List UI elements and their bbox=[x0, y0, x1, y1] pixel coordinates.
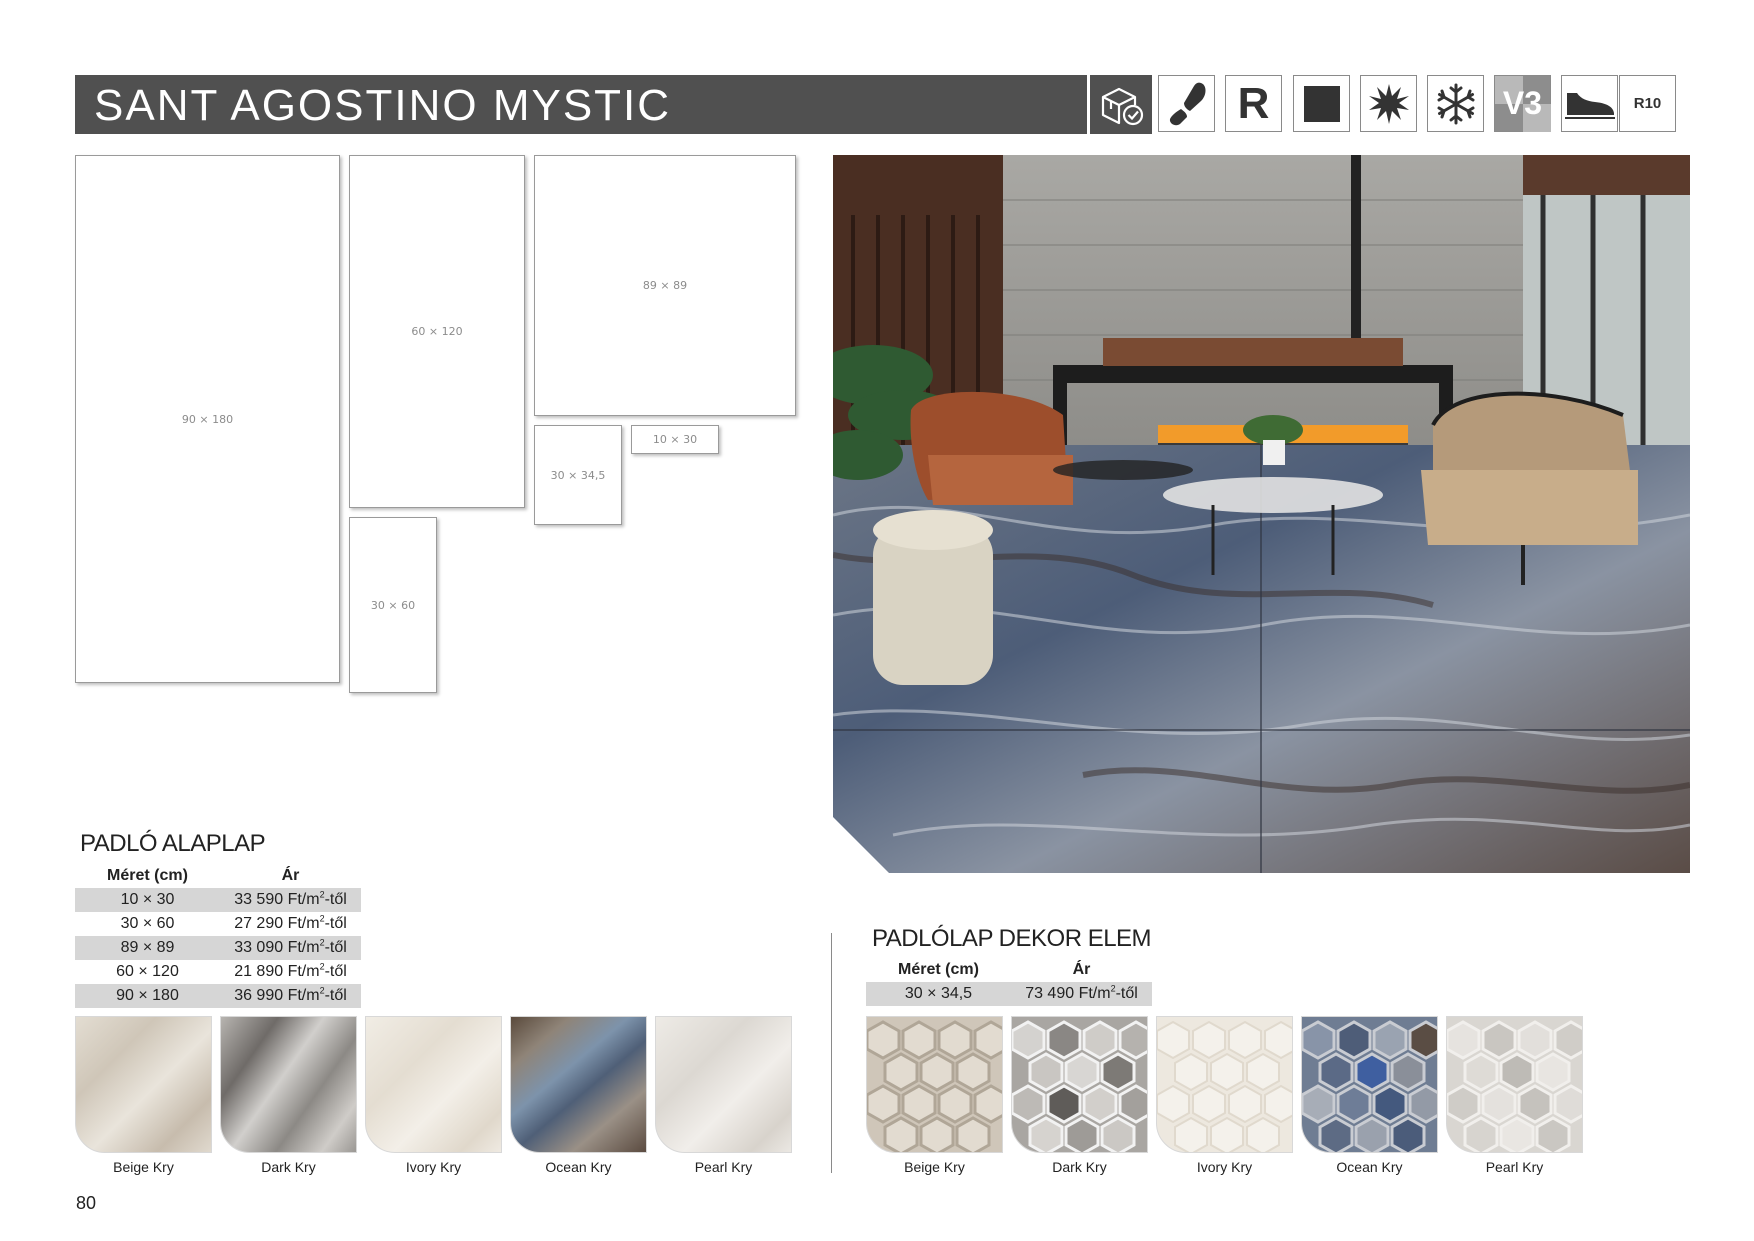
swatch-label: Beige Kry bbox=[904, 1159, 965, 1175]
shoe-slip-icon bbox=[1561, 75, 1618, 132]
page-number: 80 bbox=[76, 1193, 97, 1213]
slip-rating-icon: R10 bbox=[1619, 75, 1676, 132]
table-header: Méret (cm) Ár bbox=[75, 864, 361, 888]
swatch-decor-ocean-kry bbox=[1301, 1016, 1438, 1153]
swatch-decor-pearl-kry bbox=[1446, 1016, 1583, 1153]
size-cell: 10 × 30 bbox=[75, 888, 220, 912]
table-row: 10 × 30 33 590 Ft/m2-től bbox=[75, 888, 361, 912]
swatch-ocean-kry bbox=[510, 1016, 647, 1153]
frost-resistant-icon bbox=[1360, 75, 1417, 132]
price-cell: 21 890 Ft/m2-től bbox=[234, 961, 347, 980]
price-suffix: -től bbox=[324, 987, 347, 1004]
swatch-label: Ocean Kry bbox=[1336, 1159, 1403, 1175]
price-suffix: -től bbox=[324, 915, 347, 932]
swatch-decor-beige-kry bbox=[866, 1016, 1003, 1153]
price-value: 36 990 Ft/m bbox=[234, 987, 320, 1004]
price-suffix: -től bbox=[324, 963, 347, 980]
swatch-beige-kry bbox=[75, 1016, 212, 1153]
price-value: 73 490 Ft/m bbox=[1025, 985, 1111, 1002]
price-value: 27 290 Ft/m bbox=[234, 915, 320, 932]
col-price-header: Ár bbox=[281, 867, 300, 884]
format-89x89: 89 × 89 bbox=[534, 155, 796, 416]
snowflake-icon bbox=[1427, 75, 1484, 132]
format-90x180: 90 × 180 bbox=[75, 155, 340, 683]
rectified-label: R bbox=[1237, 78, 1270, 128]
swatch-label: Ivory Kry bbox=[1196, 1159, 1253, 1175]
swatch-dark-kry bbox=[220, 1016, 357, 1153]
rectified-icon: R bbox=[1225, 75, 1282, 132]
matte-square-icon bbox=[1293, 75, 1350, 132]
price-cell: 27 290 Ft/m2-től bbox=[234, 913, 347, 932]
table-row: 30 × 34,5 73 490 Ft/m2-től bbox=[866, 982, 1152, 1006]
room-photo bbox=[833, 155, 1690, 873]
price-cell: 33 590 Ft/m2-től bbox=[220, 888, 361, 912]
table-header: Méret (cm) Ár bbox=[866, 958, 1152, 982]
price-cell: 36 990 Ft/m2-től bbox=[220, 984, 361, 1008]
box-check-icon bbox=[1090, 75, 1152, 134]
col-price-header: Ár bbox=[1072, 961, 1091, 978]
table-row: 30 × 60 27 290 Ft/m2-től bbox=[75, 912, 361, 936]
section-divider bbox=[831, 933, 832, 1173]
price-value: 21 890 Ft/m bbox=[234, 963, 320, 980]
price-cell: 73 490 Ft/m2-től bbox=[1011, 982, 1152, 1006]
size-cell: 60 × 120 bbox=[116, 963, 179, 980]
swatch-decor-ivory-kry bbox=[1156, 1016, 1293, 1153]
format-10x30: 10 × 30 bbox=[631, 425, 719, 454]
swatch-label: Beige Kry bbox=[113, 1159, 174, 1175]
table-row: 60 × 120 21 890 Ft/m2-től bbox=[75, 960, 361, 984]
swatch-label: Pearl Kry bbox=[694, 1159, 753, 1175]
shade-variation-label: V3 bbox=[1502, 85, 1543, 121]
col-size-header: Méret (cm) bbox=[898, 961, 979, 978]
price-suffix: -től bbox=[1115, 985, 1138, 1002]
swatch-pearl-kry bbox=[655, 1016, 792, 1153]
swatch-decor-dark-kry bbox=[1011, 1016, 1148, 1153]
size-cell: 30 × 34,5 bbox=[866, 982, 1011, 1006]
floor-base-price-table: Méret (cm) Ár 10 × 30 33 590 Ft/m2-től 3… bbox=[75, 864, 361, 1008]
table-row: 90 × 180 36 990 Ft/m2-től bbox=[75, 984, 361, 1008]
format-30x34-5: 30 × 34,5 bbox=[534, 425, 622, 525]
swatch-label: Ivory Kry bbox=[405, 1159, 462, 1175]
table-row: 89 × 89 33 090 Ft/m2-től bbox=[75, 936, 361, 960]
price-value: 33 090 Ft/m bbox=[234, 939, 320, 956]
price-suffix: -től bbox=[324, 939, 347, 956]
size-cell: 89 × 89 bbox=[75, 936, 220, 960]
slip-rating-label: R10 bbox=[1633, 95, 1662, 112]
swatch-ivory-kry bbox=[365, 1016, 502, 1153]
format-60x120: 60 × 120 bbox=[349, 155, 525, 508]
swatch-label: Dark Kry bbox=[1052, 1159, 1107, 1175]
size-cell: 30 × 60 bbox=[120, 915, 175, 932]
swatch-label: Pearl Kry bbox=[1485, 1159, 1544, 1175]
col-size-header: Méret (cm) bbox=[107, 867, 188, 884]
price-suffix: -től bbox=[324, 891, 347, 908]
size-cell: 90 × 180 bbox=[75, 984, 220, 1008]
swatch-label: Dark Kry bbox=[261, 1159, 316, 1175]
footprint-icon bbox=[1158, 75, 1215, 132]
floor-decor-title: PADLÓLAP DEKOR ELEM bbox=[872, 925, 1152, 952]
price-cell: 33 090 Ft/m2-től bbox=[220, 936, 361, 960]
price-value: 33 590 Ft/m bbox=[234, 891, 320, 908]
shade-variation-icon: V3 bbox=[1494, 75, 1551, 132]
swatch-label: Ocean Kry bbox=[545, 1159, 612, 1175]
floor-base-title: PADLÓ ALAPLAP bbox=[80, 830, 266, 857]
page-title: SANT AGOSTINO MYSTIC bbox=[94, 81, 672, 130]
floor-decor-price-table: Méret (cm) Ár 30 × 34,5 73 490 Ft/m2-től bbox=[866, 958, 1152, 1006]
format-30x60: 30 × 60 bbox=[349, 517, 437, 693]
